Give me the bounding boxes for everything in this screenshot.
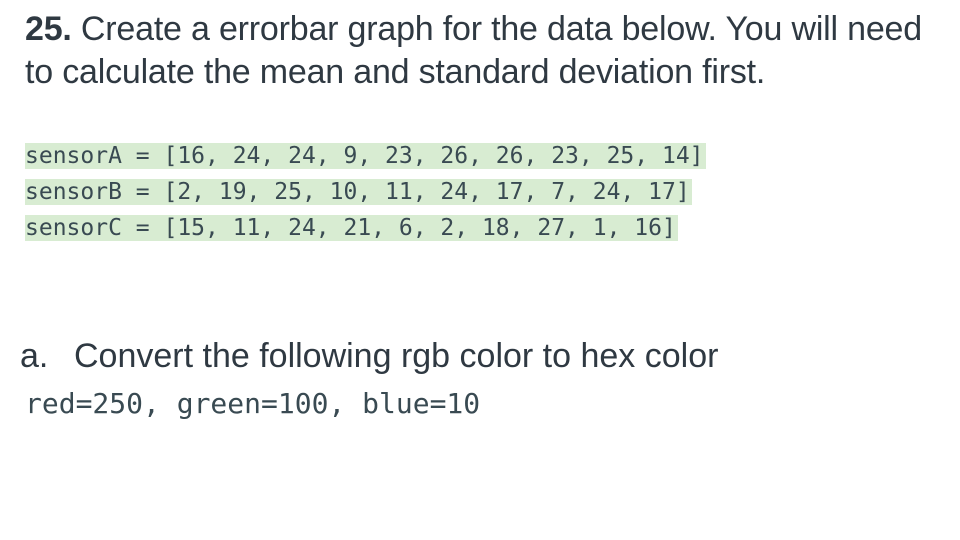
code-block: sensorA = [16, 24, 24, 9, 23, 26, 26, 23… [25,138,706,246]
subquestion: a. Convert the following rgb color to hex… [20,335,718,377]
subquestion-marker: a. [20,337,49,375]
code-line-sensor-b: sensorB = [2, 19, 25, 10, 11, 24, 17, 7,… [25,174,706,210]
subquestion-text: Convert the following rgb color to hex c… [74,337,719,375]
code-line-sensor-c: sensorC = [15, 11, 24, 21, 6, 2, 18, 27,… [25,210,706,246]
code-text: sensorC = [15, 11, 24, 21, 6, 2, 18, 27,… [25,215,678,241]
code-text: sensorB = [2, 19, 25, 10, 11, 24, 17, 7,… [25,179,692,205]
code-line-sensor-a: sensorA = [16, 24, 24, 9, 23, 26, 26, 23… [25,138,706,174]
code-text: sensorA = [16, 24, 24, 9, 23, 26, 26, 23… [25,143,706,169]
question-text: 25. Create a errorbar graph for the data… [25,8,935,94]
question-body: Create a errorbar graph for the data bel… [25,10,922,91]
subquestion-code: red=250, green=100, blue=10 [25,387,481,420]
question-number: 25. [25,10,72,48]
